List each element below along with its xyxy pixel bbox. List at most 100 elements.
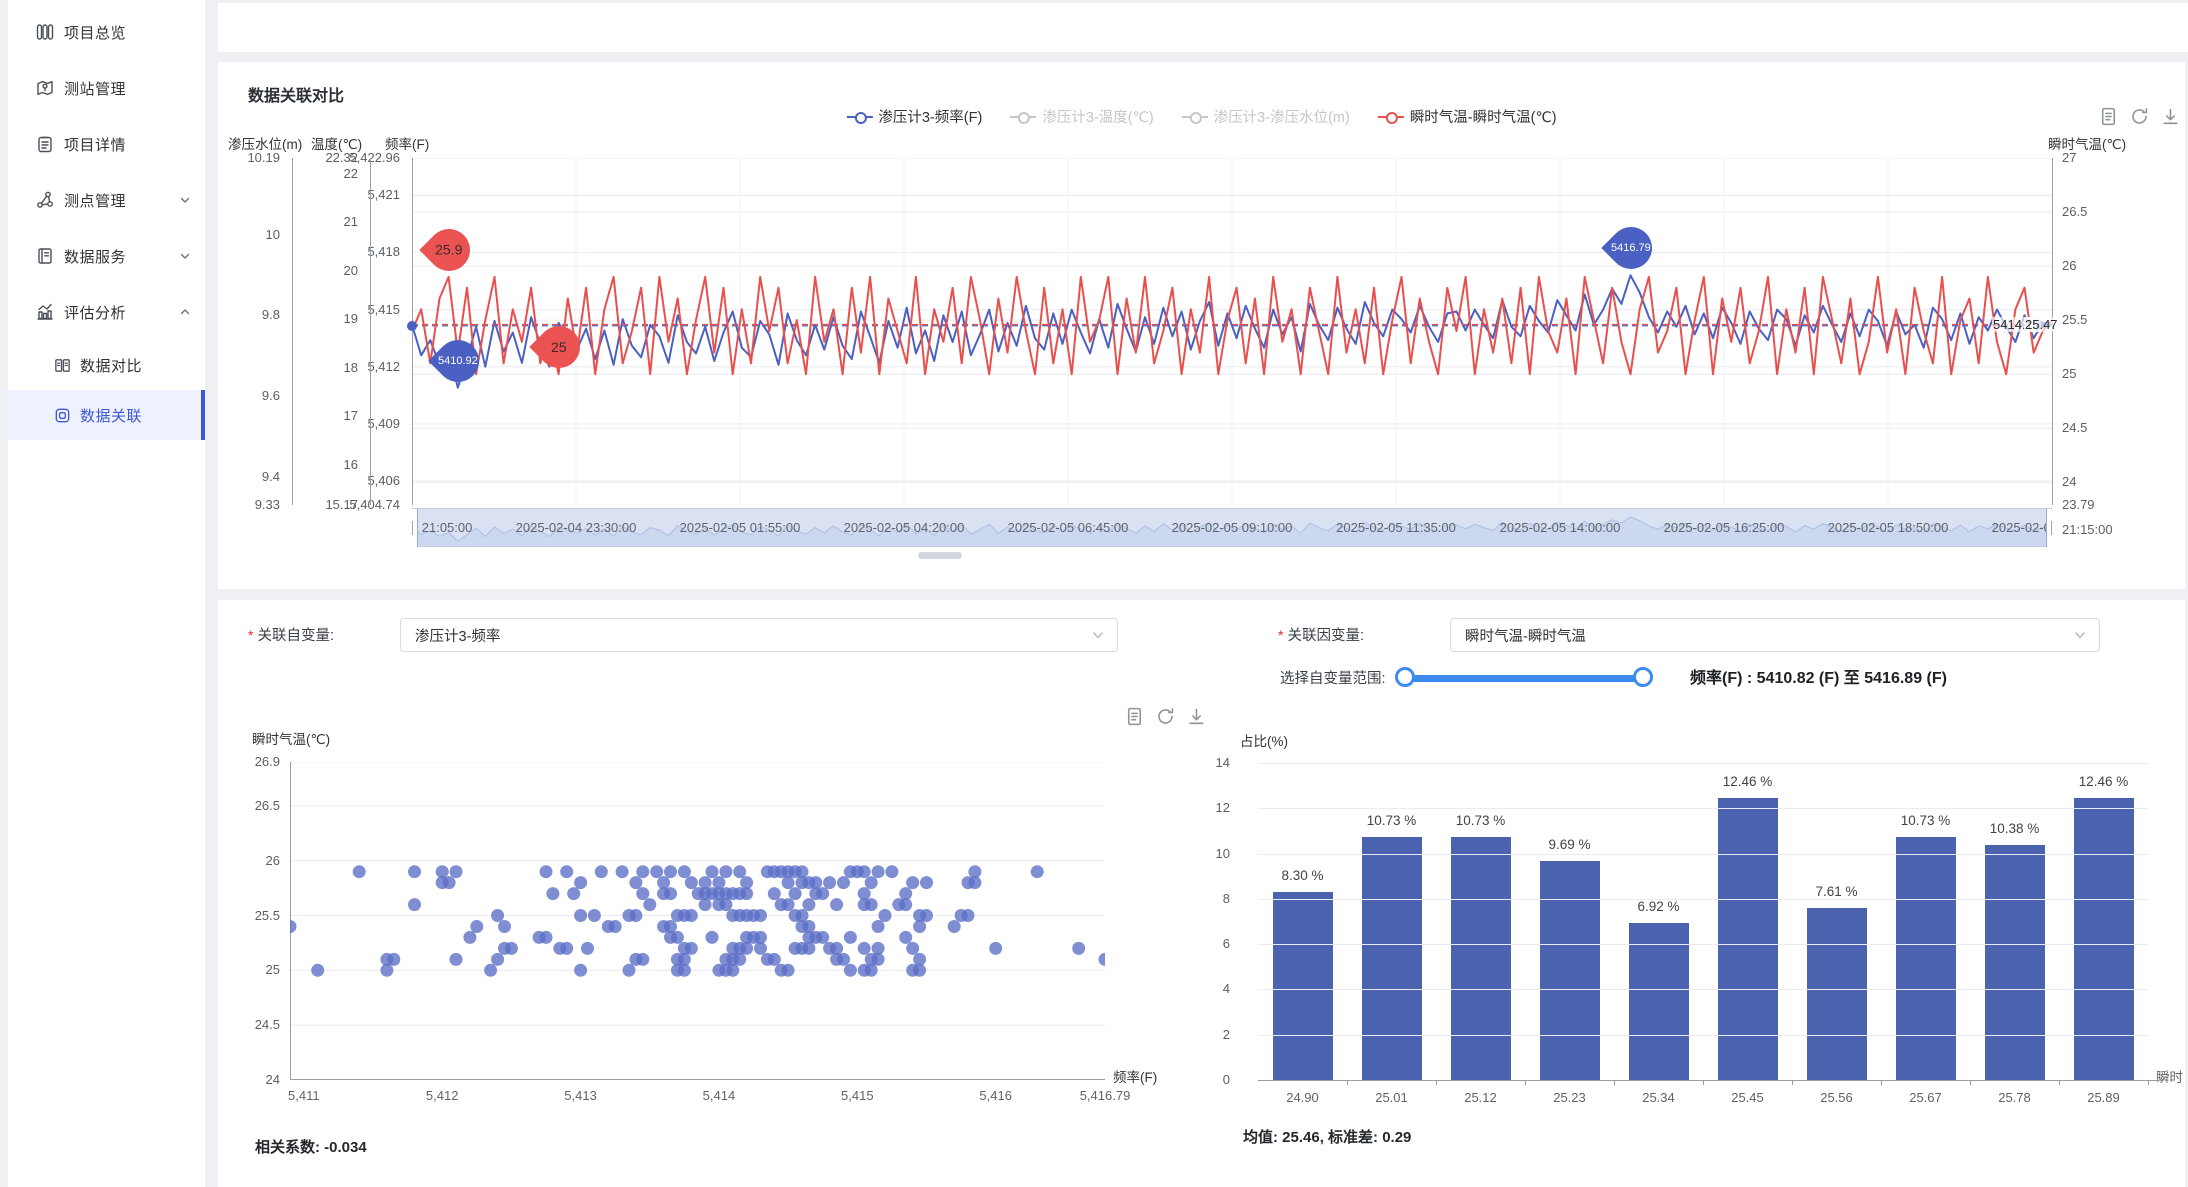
mean-std-text: 均值: 25.46, 标准差: 0.29 xyxy=(1243,1126,1411,1147)
histogram-x-tick-label: 25.23 xyxy=(1553,1090,1586,1105)
legend-item-0[interactable]: 渗压计3-频率(F) xyxy=(846,106,982,127)
histogram-bar[interactable] xyxy=(1629,923,1689,1080)
histogram-gridline xyxy=(1258,944,2148,945)
top-header-bar xyxy=(218,3,2188,52)
axis-line xyxy=(370,158,371,505)
scatter-x-tick-label: 5,414 xyxy=(703,1088,736,1103)
axis-tick-label: 26.5 xyxy=(2062,204,2132,219)
legend-item-2[interactable]: 渗压计3-渗压水位(m) xyxy=(1182,106,1350,127)
histogram-bar-value-label: 12.46 % xyxy=(1723,774,1773,789)
histogram-bar-value-label: 10.73 % xyxy=(1367,813,1417,828)
scatter-x-tick-label: 5,411 xyxy=(288,1088,320,1103)
measure-points-icon xyxy=(35,190,55,210)
sidebar-subitem-label: 数据对比 xyxy=(80,355,142,376)
refresh-icon[interactable] xyxy=(2129,106,2150,127)
time-axis-label: 2025-02-05 11:35:00 xyxy=(1336,520,1456,535)
histogram-bar[interactable] xyxy=(1985,845,2045,1080)
download-icon[interactable] xyxy=(1186,706,1207,727)
legend-label: 渗压计3-温度(℃) xyxy=(1042,106,1153,127)
sidebar: 项目总览测站管理项目详情测点管理数据服务评估分析数据对比数据关联 xyxy=(8,0,205,1187)
histogram-axis-tick xyxy=(1970,1080,1971,1085)
legend-label: 瞬时气温-瞬时气温(℃) xyxy=(1410,106,1557,127)
range-slider-handle-right[interactable] xyxy=(1633,667,1653,687)
sidebar-item-4[interactable]: 数据服务 xyxy=(8,228,205,284)
scatter-y-tick-label: 25.5 xyxy=(230,908,280,923)
chart-legend: 渗压计3-频率(F) 渗压计3-温度(℃) 渗压计3-渗压水位(m) 瞬时气温-瞬时气… xyxy=(846,106,1556,127)
dependent-variable-select[interactable]: 瞬时气温-瞬时气温 xyxy=(1450,618,2100,652)
time-axis-label: 2025-02-05 09:10:00 xyxy=(1172,520,1293,535)
chart-marker-label: 25 xyxy=(551,339,567,355)
independent-variable-select[interactable]: 渗压计3-频率 xyxy=(400,618,1118,652)
scatter-x-tick-label: 5,416 xyxy=(979,1088,1012,1103)
sidebar-item-2[interactable]: 项目详情 xyxy=(8,116,205,172)
scatter-y-tick-label: 24.5 xyxy=(230,1017,280,1032)
axis-tick-label: 24.5 xyxy=(2062,420,2132,435)
legend-symbol xyxy=(1010,112,1036,122)
histogram-bar[interactable] xyxy=(1718,798,1778,1080)
download-icon[interactable] xyxy=(2160,106,2181,127)
datazoom-slider[interactable]: 2025-02-04 21:05:00 2025-02-04 23:30:00 20… xyxy=(412,508,2052,547)
datazoom-handle-right[interactable] xyxy=(2046,508,2052,547)
scatter-x-axis-name: 频率(F) xyxy=(1113,1066,1157,1086)
horizontal-scrollbar-thumb[interactable] xyxy=(918,552,962,559)
analysis-icon xyxy=(35,302,55,322)
scatter-y-tick-label: 25 xyxy=(230,962,280,977)
axis-tick-label: 25 xyxy=(2062,366,2132,381)
independent-variable-label: *关联自变量: xyxy=(248,618,334,653)
data-compare-icon xyxy=(53,356,72,375)
histogram-y-tick-label: 6 xyxy=(1190,936,1230,951)
axis-tick-label: 5,409 xyxy=(328,416,400,431)
histogram-y-tick-label: 0 xyxy=(1190,1072,1230,1087)
histogram-axis-tick xyxy=(1525,1080,1526,1085)
axis-tick-label: 5,421 xyxy=(328,187,400,202)
datazoom-handle-left[interactable] xyxy=(412,508,418,547)
histogram-chart-canvas[interactable] xyxy=(1258,763,2148,1080)
range-slider-handle-left[interactable] xyxy=(1395,667,1415,687)
sidebar-subitem-数据关联[interactable]: 数据关联 xyxy=(8,390,205,440)
range-label: 选择自变量范围: xyxy=(1280,668,1386,690)
time-axis-label: 2025-02-05 14:00:00 xyxy=(1500,520,1621,535)
axis-tick-label: 16 xyxy=(306,457,358,472)
histogram-bar[interactable] xyxy=(2074,798,2134,1080)
histogram-bar[interactable] xyxy=(1362,837,1422,1080)
refresh-icon[interactable] xyxy=(1155,706,1176,727)
sidebar-item-0[interactable]: 项目总览 xyxy=(8,4,205,60)
sidebar-subitem-label: 数据关联 xyxy=(80,405,142,426)
time-axis-label: 2025-02-04 23:30:00 xyxy=(516,520,637,535)
sidebar-item-3[interactable]: 测点管理 xyxy=(8,172,205,228)
legend-label: 渗压计3-渗压水位(m) xyxy=(1214,106,1350,127)
histogram-bar[interactable] xyxy=(1896,837,1956,1080)
scatter-chart-canvas[interactable] xyxy=(290,762,1105,1080)
data-service-icon xyxy=(35,246,55,266)
sidebar-item-1[interactable]: 测站管理 xyxy=(8,60,205,116)
histogram-axis-tick xyxy=(1347,1080,1348,1085)
histogram-bar[interactable] xyxy=(1273,892,1333,1080)
sidebar-item-5[interactable]: 评估分析 xyxy=(8,284,205,340)
histogram-x-axis-line xyxy=(1258,1080,2162,1081)
axis-tick-label: 10 xyxy=(228,227,280,242)
histogram-x-tick-label: 25.67 xyxy=(1909,1090,1942,1105)
axis-tick-label: 5,418 xyxy=(328,244,400,259)
legend-item-1[interactable]: 渗压计3-温度(℃) xyxy=(1010,106,1153,127)
histogram-bar[interactable] xyxy=(1540,861,1600,1080)
correlation-chart-canvas[interactable] xyxy=(412,158,2052,505)
time-axis-label: 2025-02-04 21:05:00 xyxy=(412,520,472,535)
legend-item-3[interactable]: 瞬时气温-瞬时气温(℃) xyxy=(1378,106,1557,127)
histogram-bar[interactable] xyxy=(1807,908,1867,1080)
histogram-bar-value-label: 8.30 % xyxy=(1281,868,1323,883)
data-view-icon[interactable] xyxy=(2098,106,2119,127)
sidebar-subitem-数据对比[interactable]: 数据对比 xyxy=(8,340,205,390)
sidebar-item-label: 测点管理 xyxy=(64,190,126,211)
histogram-gridline xyxy=(1258,808,2148,809)
histogram-bar[interactable] xyxy=(1451,837,1511,1080)
data-view-icon[interactable] xyxy=(1124,706,1145,727)
markline-start-dot xyxy=(407,321,417,331)
correlation-title: 数据关联对比 xyxy=(248,82,344,106)
histogram-x-tick-label: 25.45 xyxy=(1731,1090,1764,1105)
range-slider-track[interactable] xyxy=(1404,675,1644,682)
app-root: 项目总览测站管理项目详情测点管理数据服务评估分析数据对比数据关联 数据关联对比 … xyxy=(0,0,2188,1187)
histogram-gridline xyxy=(1258,989,2148,990)
required-asterisk: * xyxy=(248,627,253,643)
scatter-y-axis-name: 瞬时气温(℃) xyxy=(252,728,330,748)
project-detail-icon xyxy=(35,134,55,154)
